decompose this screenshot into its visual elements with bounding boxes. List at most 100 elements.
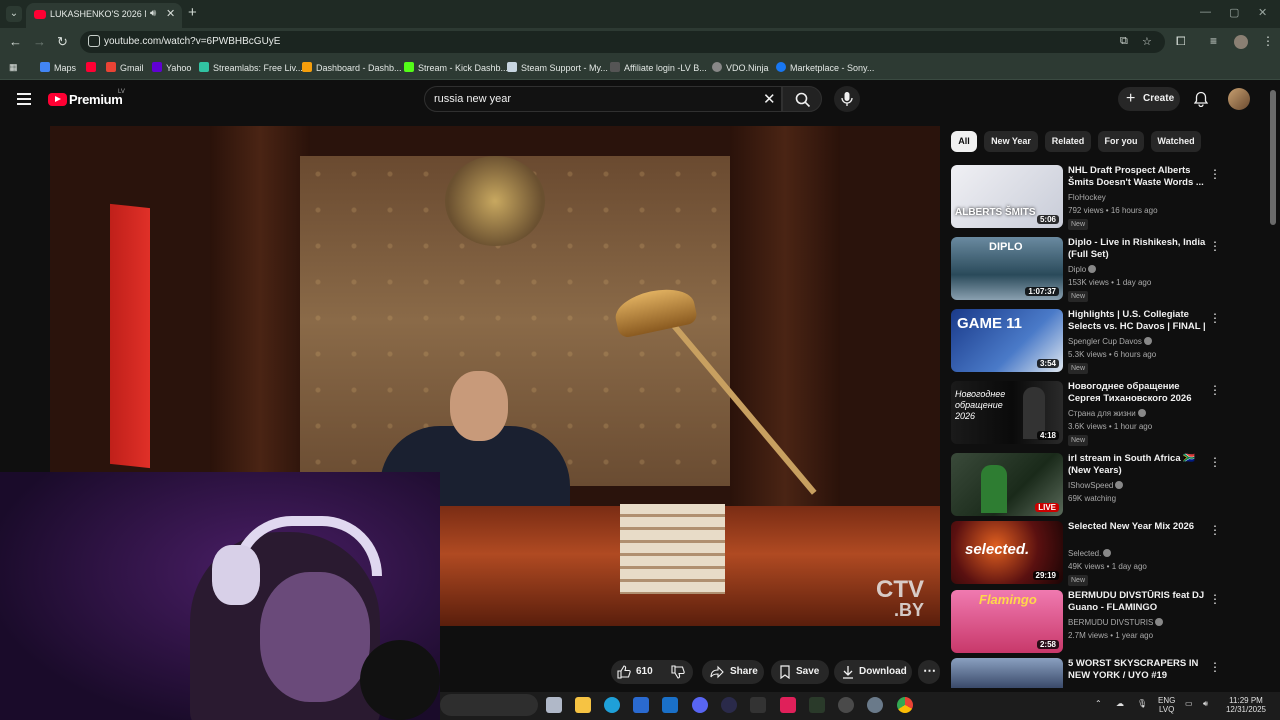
chrome-icon[interactable] (897, 697, 913, 713)
volume-icon[interactable]: 🔊︎ (1203, 699, 1208, 708)
bookmark-vdo-ninja[interactable]: VDO.Ninja (712, 62, 769, 73)
media-player-icon[interactable] (721, 697, 737, 713)
recommendation-item[interactable]: GAME 11 3:54 Highlights | U.S. Collegiat… (951, 309, 1231, 375)
apps-grid-icon[interactable]: ▦ (9, 62, 18, 73)
youtube-premium-brand[interactable]: Premium (69, 92, 123, 107)
obs-icon[interactable] (838, 697, 854, 713)
download-button[interactable]: Download (834, 660, 912, 684)
back-icon[interactable]: ← (9, 34, 22, 49)
video-thumbnail[interactable]: Новогоднее обращение 2026 4:18 (951, 381, 1063, 444)
channel-name[interactable]: BERMUDU DIVSTURIS (1068, 618, 1164, 627)
speaker-icon[interactable]: 🔊︎ (150, 8, 156, 19)
settings-gear-icon[interactable] (867, 697, 883, 713)
recommendation-item[interactable]: Новогоднее обращение 2026 4:18 Новогодне… (951, 381, 1231, 447)
save-button[interactable]: Save (771, 660, 829, 684)
more-vertical-icon[interactable]: ⋮ (1209, 167, 1221, 181)
close-tab-icon[interactable]: ✕ (166, 7, 175, 20)
voice-search-button[interactable] (834, 86, 860, 112)
site-info-icon[interactable] (88, 35, 100, 47)
more-vertical-icon[interactable]: ⋮ (1209, 592, 1221, 606)
recommendation-item[interactable]: ALBERTS ŠMITS 5:06 NHL Draft Prospect Al… (951, 165, 1231, 231)
profile-avatar[interactable] (1234, 35, 1248, 49)
more-vertical-icon[interactable]: ⋮ (1209, 239, 1221, 253)
onedrive-icon[interactable]: ☁ (1116, 699, 1124, 708)
nvidia-icon[interactable] (809, 697, 825, 713)
cast-icon[interactable]: ⧉ (1120, 35, 1128, 48)
video-thumbnail[interactable]: DIPLO 1:07:37 (951, 237, 1063, 300)
forward-icon[interactable]: → (33, 34, 46, 49)
channel-name[interactable]: Страна для жизни (1068, 409, 1146, 418)
discord-icon[interactable] (692, 697, 708, 713)
microphone-tray-icon[interactable]: 🎙︎ (1137, 699, 1147, 708)
video-title[interactable]: Diplo - Live in Rishikesh, India (Full S… (1068, 237, 1208, 261)
taskbar-search[interactable] (440, 694, 538, 716)
bookmark-star-icon[interactable]: ☆ (1142, 35, 1152, 48)
more-vertical-icon[interactable]: ⋮ (1209, 383, 1221, 397)
minimize-icon[interactable]: — (1200, 6, 1211, 18)
chip-new-year[interactable]: New Year (984, 131, 1038, 152)
chip-watched[interactable]: Watched (1151, 131, 1201, 152)
recommendation-item[interactable]: 5 WORST SKYSCRAPERS IN NEW YORK / UYO #1… (951, 658, 1231, 688)
more-vertical-icon[interactable]: ⋮ (1209, 660, 1221, 674)
bookmark-marketplace[interactable]: Marketplace - Sony... (776, 62, 874, 73)
bookmark-affiliate[interactable]: Affiliate login -LV B... (610, 62, 707, 73)
more-vertical-icon[interactable]: ⋮ (1209, 523, 1221, 537)
bookmark-yahoo[interactable]: Yahoo (152, 62, 191, 73)
language-indicator[interactable]: ENG LVQ (1158, 696, 1175, 714)
video-title[interactable]: 5 WORST SKYSCRAPERS IN NEW YORK / UYO #1… (1068, 658, 1208, 682)
address-bar[interactable]: youtube.com/watch?v=6PWBHBcGUyE ⧉ ☆ (80, 31, 1165, 53)
epic-games-icon[interactable] (750, 697, 766, 713)
bookmark-youtube[interactable] (86, 62, 100, 73)
channel-name[interactable]: Selected. (1068, 549, 1112, 558)
chip-for-you[interactable]: For you (1098, 131, 1144, 152)
video-title[interactable]: Selected New Year Mix 2026 (1068, 521, 1208, 533)
create-button[interactable]: + Create (1118, 87, 1180, 111)
bookmark-steam[interactable]: Steam Support - My... (507, 62, 608, 73)
thumbs-down-icon[interactable] (671, 665, 685, 679)
clear-search-icon[interactable]: ✕ (763, 90, 776, 108)
search-button[interactable] (782, 86, 822, 112)
video-thumbnail[interactable]: ALBERTS ŠMITS 5:06 (951, 165, 1063, 228)
video-thumbnail[interactable]: LIVE (951, 453, 1063, 516)
video-title[interactable]: irl stream in South Africa 🇿🇦 (New Years… (1068, 453, 1208, 477)
video-thumbnail[interactable]: selected. 29:19 (951, 521, 1063, 584)
outlook-icon[interactable] (662, 697, 678, 713)
maximize-icon[interactable]: ▢ (1229, 6, 1239, 19)
notifications-bell-icon[interactable] (1194, 91, 1208, 107)
file-explorer-icon[interactable] (575, 697, 591, 713)
close-window-icon[interactable]: ✕ (1258, 6, 1267, 19)
bookmark-gmail[interactable]: Gmail (106, 62, 144, 73)
tiktok-icon[interactable] (780, 697, 796, 713)
channel-name[interactable]: FloHockey (1068, 193, 1106, 202)
bookmark-kick[interactable]: Stream - Kick Dashb... (404, 62, 508, 73)
more-vertical-icon[interactable]: ⋮ (1209, 311, 1221, 325)
video-title[interactable]: BERMUDU DIVSTŪRIS feat DJ Guano - FLAMIN… (1068, 590, 1208, 614)
page-scrollbar[interactable] (1270, 90, 1276, 225)
system-clock[interactable]: 11:29 PM 12/31/2025 (1222, 696, 1270, 714)
menu-icon[interactable] (17, 93, 31, 108)
channel-name[interactable]: IShowSpeed (1068, 481, 1124, 490)
recommendation-item[interactable]: selected. 29:19 Selected New Year Mix 20… (951, 521, 1231, 587)
video-title[interactable]: Highlights | U.S. Collegiate Selects vs.… (1068, 309, 1208, 333)
like-count[interactable]: 610 (636, 666, 653, 677)
recommendation-item[interactable]: Flamingo 2:58 BERMUDU DIVSTŪRIS feat DJ … (951, 590, 1231, 656)
new-tab-icon[interactable]: + (188, 4, 197, 21)
video-thumbnail[interactable]: Flamingo 2:58 (951, 590, 1063, 653)
recommendation-item[interactable]: LIVE irl stream in South Africa 🇿🇦 (New … (951, 453, 1231, 519)
video-thumbnail[interactable] (951, 658, 1063, 688)
chip-related[interactable]: Related (1045, 131, 1091, 152)
video-thumbnail[interactable]: GAME 11 3:54 (951, 309, 1063, 372)
store-icon[interactable] (633, 697, 649, 713)
bookmark-dashboard[interactable]: Dashboard - Dashb... (302, 62, 402, 73)
recommendation-item[interactable]: DIPLO 1:07:37 Diplo - Live in Rishikesh,… (951, 237, 1231, 303)
browser-tab[interactable]: LUKASHENKO'S 2026 NEW YEAR ADDRESS 🔊︎ ✕ (26, 3, 182, 28)
edge-browser-icon[interactable] (604, 697, 620, 713)
video-title[interactable]: Новогоднее обращение Сергея Тихановского… (1068, 381, 1208, 405)
reload-icon[interactable]: ↻ (57, 34, 68, 50)
task-view-icon[interactable] (546, 697, 562, 713)
user-avatar[interactable] (1228, 88, 1250, 110)
extensions-icon[interactable]: ⧠ (1176, 34, 1186, 49)
youtube-logo-icon[interactable] (48, 93, 67, 106)
share-button[interactable]: Share (702, 660, 764, 684)
network-icon[interactable]: ▭ (1185, 699, 1193, 708)
